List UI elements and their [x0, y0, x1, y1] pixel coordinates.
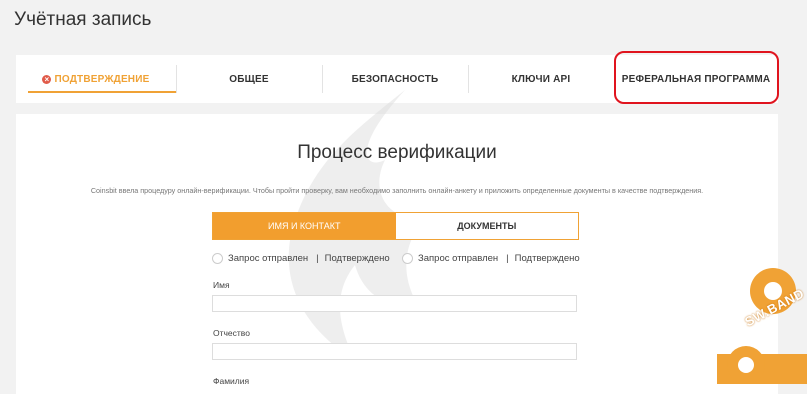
error-icon: × [42, 74, 52, 84]
tab-general[interactable]: ОБЩЕЕ [176, 55, 322, 103]
account-tabs: × ПОДТВЕРЖДЕНИЕ ОБЩЕЕ БЕЗОПАСНОСТЬ КЛЮЧИ… [16, 55, 778, 103]
last-name-label: Фамилия [213, 376, 250, 386]
status-divider: | [316, 252, 319, 264]
tab-api-keys-label: КЛЮЧИ API [511, 73, 571, 85]
verification-intro: Coinsbit ввела процедуру онлайн-верифика… [90, 186, 704, 195]
status-confirmed-label: Подтверждено [324, 252, 390, 264]
status-radio[interactable] [212, 252, 223, 264]
middle-name-input[interactable] [212, 343, 577, 360]
chat-button[interactable] [717, 354, 807, 384]
status-confirmed-label: Подтверждено [514, 252, 580, 264]
tab-api-keys[interactable]: КЛЮЧИ API [468, 55, 614, 103]
status-divider: | [506, 252, 509, 264]
step-2-status: Запрос отправлен | Подтверждено [402, 251, 580, 265]
tab-verification-label: ПОДТВЕРЖДЕНИЕ [54, 73, 150, 85]
tab-security-label: БЕЗОПАСНОСТЬ [351, 73, 439, 85]
middle-name-label: Отчество [213, 328, 250, 338]
first-name-label: Имя [213, 280, 230, 290]
verification-title: Процесс верификации [297, 142, 497, 163]
status-radio[interactable] [402, 252, 413, 264]
tab-security[interactable]: БЕЗОПАСНОСТЬ [322, 55, 468, 103]
first-name-input[interactable] [212, 295, 577, 312]
page-title: Учётная запись [14, 9, 152, 30]
step-tab-name-contact[interactable]: ИМЯ И КОНТАКТ [213, 213, 396, 239]
step-tab-documents[interactable]: ДОКУМЕНТЫ [395, 213, 578, 239]
verification-step-tabs: ИМЯ И КОНТАКТ ДОКУМЕНТЫ [212, 212, 579, 240]
status-sent-label: Запрос отправлен [228, 252, 309, 264]
step-1-status: Запрос отправлен | Подтверждено [212, 251, 390, 265]
tab-referral-program[interactable]: РЕФЕРАЛЬНАЯ ПРОГРАММА [614, 55, 778, 103]
tab-referral-program-label: РЕФЕРАЛЬНАЯ ПРОГРАММА [621, 73, 771, 85]
tab-verification[interactable]: × ПОДТВЕРЖДЕНИЕ [16, 55, 176, 103]
status-sent-label: Запрос отправлен [418, 252, 499, 264]
tab-general-label: ОБЩЕЕ [229, 73, 269, 85]
